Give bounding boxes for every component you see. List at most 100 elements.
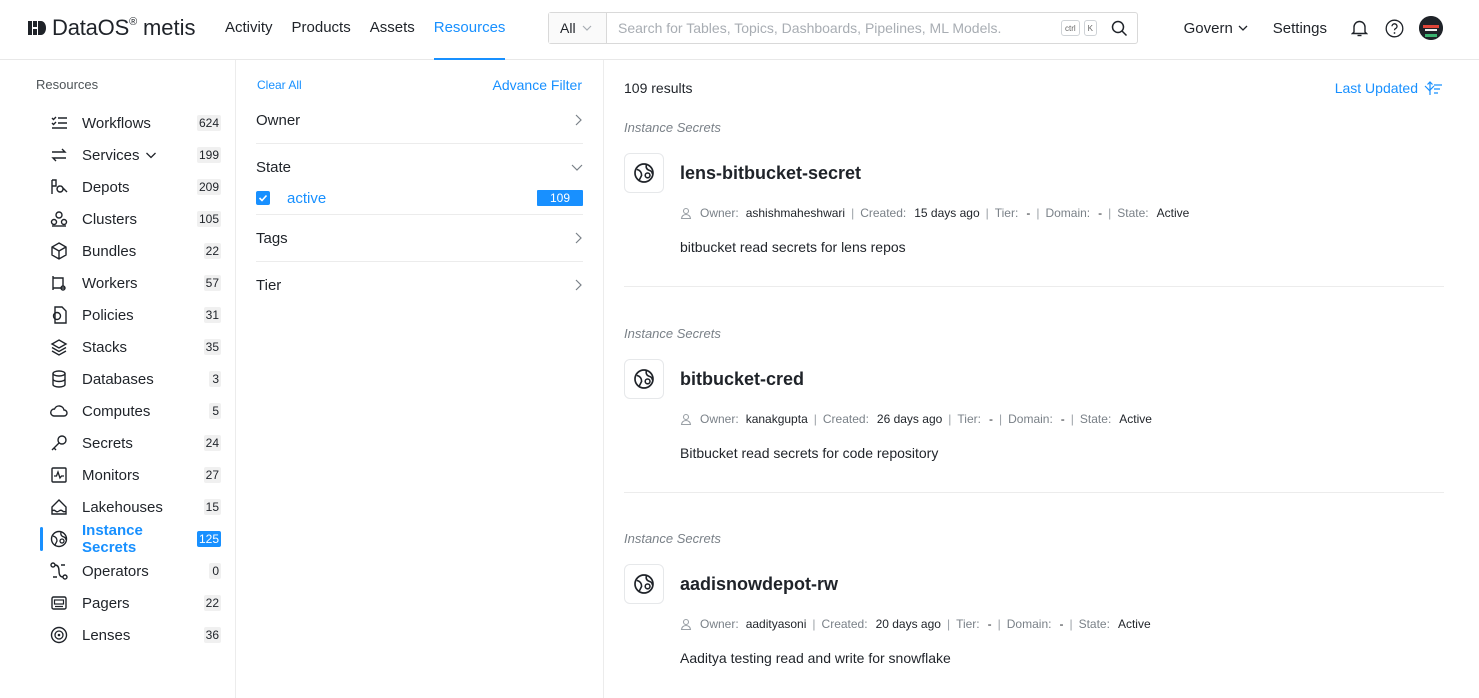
sidebar-item-label: Workflows: [82, 114, 151, 132]
sort-direction-icon[interactable]: [1427, 80, 1443, 99]
meta-state-key: State:: [1079, 412, 1112, 426]
user-icon: [680, 207, 692, 219]
instance-secrets-icon: [624, 564, 664, 604]
sidebar-item-policies[interactable]: Policies 31: [40, 299, 225, 331]
sidebar-item-label: Computes: [82, 402, 151, 420]
nav-products[interactable]: Products: [292, 0, 351, 60]
sidebar-item-workers[interactable]: Workers 57: [40, 267, 225, 299]
filter-owner[interactable]: Owner: [256, 111, 583, 144]
filter-panel: Clear All Advance Filter Owner State act…: [236, 60, 604, 698]
chevron-down-icon: [1238, 25, 1248, 31]
meta-tier-value: -: [988, 412, 993, 426]
search-icon[interactable]: [1101, 13, 1137, 43]
sidebar-item-stacks[interactable]: Stacks 35: [40, 331, 225, 363]
stacks-icon: [48, 336, 70, 358]
chevron-down-icon[interactable]: [145, 150, 157, 160]
sidebar-item-label: Secrets: [82, 434, 133, 452]
checkbox-checked[interactable]: [256, 191, 270, 205]
sort-select[interactable]: Last Updated: [1335, 80, 1435, 96]
filter-tags[interactable]: Tags: [256, 229, 583, 262]
sidebar-item-count: 0: [209, 563, 221, 579]
meta-owner-key: Owner:: [700, 206, 739, 220]
filter-tier[interactable]: Tier: [256, 276, 583, 294]
workflows-icon: [48, 112, 70, 134]
sidebar-item-pagers[interactable]: Pagers 22: [40, 587, 225, 619]
meta-owner-key: Owner:: [700, 412, 739, 426]
nav-assets[interactable]: Assets: [370, 0, 415, 60]
meta-owner-value[interactable]: kanakgupta: [746, 412, 808, 426]
filter-state-label: State: [256, 158, 292, 176]
sidebar-item-operators[interactable]: Operators 0: [40, 555, 225, 587]
sidebar-item-count: 36: [203, 627, 221, 643]
meta-owner-value[interactable]: ashishmaheshwari: [746, 206, 845, 220]
meta-domain-value: -: [1098, 206, 1103, 220]
sidebar-item-count: 125: [196, 531, 221, 547]
sidebar-item-depots[interactable]: Depots 209: [40, 171, 225, 203]
result-meta: Owner: aadityasoni | Created: 20 days ago | Ti…: [680, 617, 1151, 631]
meta-state-key: State:: [1078, 617, 1110, 631]
search-input[interactable]: [607, 13, 1061, 43]
avatar[interactable]: [1419, 16, 1443, 40]
dataos-logo[interactable]: DataOS® metis: [28, 14, 196, 42]
help-icon[interactable]: [1384, 18, 1404, 38]
sidebar-item-monitors[interactable]: Monitors 27: [40, 459, 225, 491]
sidebar-item-label: Clusters: [82, 210, 138, 228]
brand-product: metis: [142, 15, 196, 40]
state-option-count: 109: [537, 190, 583, 206]
pagers-icon: [48, 592, 70, 614]
sidebar-item-count: 105: [196, 211, 221, 227]
bell-icon[interactable]: [1349, 18, 1369, 38]
state-option-label: active: [287, 189, 327, 207]
meta-domain-value: -: [1059, 617, 1064, 631]
operators-icon: [48, 560, 70, 582]
sidebar-item-instance-secrets[interactable]: Instance Secrets 125: [40, 522, 225, 556]
sidebar-item-lakehouses[interactable]: Lakehouses 15: [40, 491, 225, 523]
divider: [624, 286, 1444, 287]
filter-state-header[interactable]: State: [256, 158, 583, 176]
sidebar-item-computes[interactable]: Computes 5: [40, 395, 225, 427]
lenses-icon: [48, 624, 70, 646]
sidebar-item-secrets[interactable]: Secrets 24: [40, 427, 225, 459]
meta-created-key: Created:: [821, 617, 868, 631]
sidebar-item-lenses[interactable]: Lenses 36: [40, 619, 225, 651]
brand-name: DataOS: [52, 15, 130, 40]
chevron-right-icon: [575, 232, 582, 244]
search-scope-select[interactable]: All: [549, 13, 607, 43]
govern-menu[interactable]: Govern: [1184, 20, 1249, 37]
advance-filter-link[interactable]: Advance Filter: [493, 77, 582, 93]
meta-owner-value[interactable]: aadityasoni: [746, 617, 807, 631]
filter-tags-label: Tags: [256, 229, 288, 247]
result-title[interactable]: bitbucket-cred: [680, 369, 804, 390]
monitors-icon: [48, 464, 70, 486]
nav-resources[interactable]: Resources: [433, 0, 506, 60]
sidebar-item-label: Policies: [82, 306, 134, 324]
result-title[interactable]: aadisnowdepot-rw: [680, 574, 838, 595]
divider: [624, 492, 1444, 493]
sidebar-item-label: Stacks: [82, 338, 128, 356]
result-type: Instance Secrets: [624, 326, 721, 341]
sidebar-item-count: 199: [196, 147, 221, 163]
sidebar-item-count: 624: [196, 115, 221, 131]
instance-secrets-icon: [624, 359, 664, 399]
nav-activity[interactable]: Activity: [225, 0, 273, 60]
computes-icon: [48, 400, 70, 422]
user-icon: [680, 413, 692, 425]
sidebar-item-bundles[interactable]: Bundles 22: [40, 235, 225, 267]
filter-state: State active 109: [256, 158, 583, 215]
sidebar-item-label: Pagers: [82, 594, 130, 612]
clear-all-link[interactable]: Clear All: [257, 78, 302, 92]
results-panel: 109 results Last Updated Instance Secret…: [604, 60, 1479, 698]
meta-created-key: Created:: [822, 412, 869, 426]
sidebar-item-count: 57: [203, 275, 221, 291]
sidebar-item-services[interactable]: Services 199: [40, 139, 225, 171]
result-title[interactable]: lens-bitbucket-secret: [680, 163, 861, 184]
lakehouses-icon: [48, 496, 70, 518]
sidebar-item-clusters[interactable]: Clusters 105: [40, 203, 225, 235]
sidebar-item-databases[interactable]: Databases 3: [40, 363, 225, 395]
sidebar-item-count: 35: [203, 339, 221, 355]
settings-link[interactable]: Settings: [1273, 20, 1327, 37]
filter-tier-label: Tier: [256, 276, 282, 294]
state-option-active[interactable]: active 109: [256, 187, 583, 209]
result-meta: Owner: kanakgupta | Created: 26 days ago | Tie…: [680, 412, 1152, 426]
sidebar-item-workflows[interactable]: Workflows 624: [40, 107, 225, 139]
